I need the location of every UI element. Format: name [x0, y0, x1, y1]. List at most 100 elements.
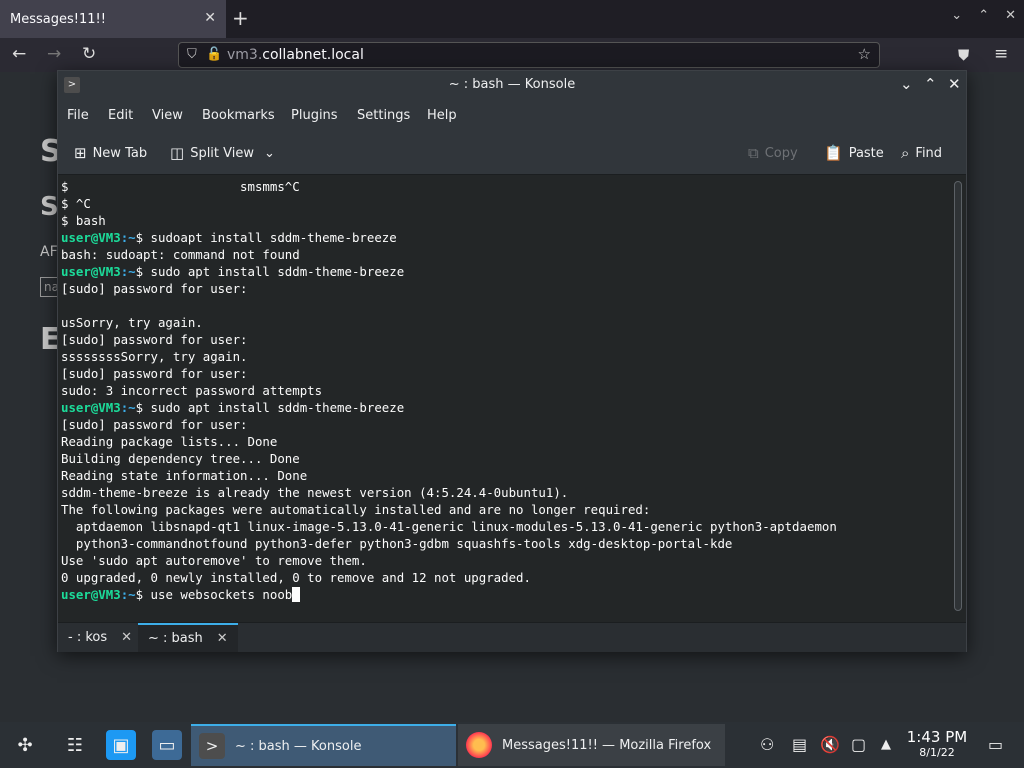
terminal-line: user@VM3:~$ sudo apt install sddm-theme-… [61, 399, 837, 416]
terminal-line: The following packages were automaticall… [61, 502, 651, 517]
terminal-line: 0 upgraded, 0 newly installed, 0 to remo… [61, 570, 531, 585]
terminal-line: sddm-theme-breeze is already the newest … [61, 485, 569, 500]
prompt-user: user@VM3 [61, 230, 121, 245]
tab-bash[interactable]: ~ : bash ✕ [138, 623, 238, 652]
konsole-icon: > [199, 733, 225, 759]
volume-muted-icon[interactable]: 🔇 [820, 735, 840, 754]
close-tab-icon[interactable]: ✕ [204, 10, 216, 26]
close-tab-icon[interactable]: ✕ [121, 630, 132, 645]
terminal-line: $ ^C [61, 196, 91, 211]
copy-icon: ⧉ [748, 144, 759, 162]
konsole-tabbar: - : kos ✕ ~ : bash ✕ [58, 622, 966, 652]
lock-icon[interactable]: 🔓 [206, 47, 222, 62]
browser-navbar: ← → ↻ ⛉ 🔓 vm3.collabnet.local ☆ ⛊ ≡ [0, 38, 1024, 72]
maximize-icon[interactable]: ⌃ [978, 8, 989, 23]
terminal-line: Use 'sudo apt autoremove' to remove them… [61, 553, 367, 568]
menu-edit[interactable]: Edit [108, 108, 133, 123]
browser-tab[interactable]: Messages!11!! ✕ [0, 0, 226, 38]
system-settings-icon[interactable]: ☷ [60, 730, 90, 760]
maximize-icon[interactable]: ⌃ [924, 75, 937, 93]
konsole-window: > ~ : bash — Konsole ⌄ ⌃ ✕ File Edit Vie… [57, 70, 967, 652]
clipboard-icon[interactable]: ▤ [792, 735, 807, 754]
scrollbar[interactable] [954, 181, 962, 611]
dolphin-icon[interactable]: ▭ [152, 730, 182, 760]
window-title: ~ : bash — Konsole [448, 77, 576, 92]
terminal-view[interactable]: $ smsmms^C $ ^C $ bash user@VM3:~$ sudoapt … [58, 175, 966, 622]
new-tab-icon: ⊞ [74, 144, 87, 162]
minimize-icon[interactable]: ⌄ [900, 75, 913, 93]
terminal-line: bash: sudoapt: command not found [61, 247, 300, 262]
terminal-line: $ bash [61, 213, 106, 228]
new-tab-button[interactable]: ⊞ New Tab [74, 144, 147, 162]
menu-help[interactable]: Help [427, 108, 457, 123]
prompt-user: user@VM3 [61, 400, 121, 415]
copy-button[interactable]: ⧉ Copy [748, 144, 798, 162]
prompt-user: user@VM3 [61, 587, 121, 602]
menu-file[interactable]: File [67, 108, 89, 123]
terminal-line: user@VM3:~$ sudo apt install sddm-theme-… [61, 263, 837, 280]
taskbar: ✣ ☷ ▣ ▭ > ~ : bash — Konsole Messages!11… [0, 722, 1024, 768]
task-firefox[interactable]: Messages!11!! — Mozilla Firefox [458, 724, 725, 766]
discover-icon[interactable]: ▣ [106, 730, 136, 760]
split-view-button[interactable]: ◫ Split View ⌄ [170, 144, 275, 162]
menu-icon[interactable]: ≡ [994, 44, 1008, 64]
tab-kos[interactable]: - : kos ✕ [58, 623, 142, 652]
terminal-line: user@VM3:~$ use websockets noob [61, 586, 837, 603]
menubar: File Edit View Bookmarks Plugins Setting… [58, 101, 966, 131]
bookmark-star-icon[interactable]: ☆ [858, 45, 871, 63]
reload-icon[interactable]: ↻ [82, 44, 96, 64]
command-text: $ sudo apt install sddm-theme-breeze [135, 400, 405, 415]
chevron-down-icon[interactable]: ⌄ [951, 8, 962, 23]
url-text[interactable]: vm3.collabnet.local [227, 47, 364, 63]
split-view-icon: ◫ [170, 144, 185, 162]
browser-tabbar: Messages!11!! ✕ + ⌄ ⌃ ✕ [0, 0, 1024, 38]
terminal-line: user@VM3:~$ sudoapt install sddm-theme-b… [61, 229, 837, 246]
shield-icon[interactable]: ⛉ [187, 47, 197, 62]
terminal-line: Reading package lists... Done [61, 434, 278, 449]
url-bar[interactable]: ⛉ 🔓 vm3.collabnet.local ☆ [178, 42, 880, 68]
menu-bookmarks[interactable]: Bookmarks [202, 108, 275, 123]
command-text: $ use websockets noob [135, 587, 293, 602]
paste-icon: 📋 [824, 144, 843, 162]
new-tab-icon[interactable]: + [232, 6, 249, 30]
close-tab-icon[interactable]: ✕ [217, 631, 228, 646]
browser-tab-title: Messages!11!! [10, 11, 106, 27]
find-button[interactable]: ⌕ Find [901, 144, 942, 162]
tray-expand-icon[interactable]: ▲ [881, 737, 891, 752]
toolbar: ⊞ New Tab ◫ Split View ⌄ ⧉ Copy 📋 Paste … [58, 131, 966, 175]
task-konsole[interactable]: > ~ : bash — Konsole [191, 724, 456, 766]
plasma-launcher-icon[interactable]: ✣ [10, 730, 40, 760]
terminal-line: $ smsmms^C [61, 179, 300, 194]
terminal-line: sudo: 3 incorrect password attempts [61, 383, 323, 398]
command-text: $ sudo apt install sddm-theme-breeze [135, 264, 405, 279]
terminal-line: ssssssssSorry, try again. [61, 349, 248, 364]
terminal-line: aptdaemon libsnapd-qt1 linux-image-5.13.… [61, 519, 837, 534]
browser-window-controls: ⌄ ⌃ ✕ [951, 8, 1016, 23]
chevron-down-icon[interactable]: ⌄ [264, 146, 275, 161]
back-icon[interactable]: ← [12, 44, 26, 64]
search-icon: ⌕ [901, 144, 910, 162]
terminal-line: Reading state information... Done [61, 468, 308, 483]
pocket-icon[interactable]: ⛊ [958, 46, 969, 64]
close-icon[interactable]: ✕ [948, 75, 961, 93]
terminal-line: python3-commandnotfound python3-defer py… [61, 536, 733, 551]
display-icon[interactable]: ▢ [851, 735, 866, 754]
page-heading-fragment: S [40, 192, 59, 222]
forward-icon[interactable]: → [47, 44, 61, 64]
terminal-line: [sudo] password for user: [61, 281, 248, 296]
prompt-path: :~ [120, 400, 136, 415]
menu-view[interactable]: View [152, 108, 183, 123]
close-window-icon[interactable]: ✕ [1005, 8, 1016, 23]
page-label-fragment: AF [40, 244, 58, 260]
konsole-titlebar[interactable]: > ~ : bash — Konsole ⌄ ⌃ ✕ [58, 71, 966, 101]
menu-settings[interactable]: Settings [357, 108, 410, 123]
show-desktop-icon[interactable]: ▭ [988, 735, 1003, 754]
paste-button[interactable]: 📋 Paste [824, 144, 884, 162]
menu-plugins[interactable]: Plugins [291, 108, 338, 123]
clock[interactable]: 1:43 PM 8/1/22 [898, 728, 976, 759]
terminal-line: [sudo] password for user: [61, 366, 248, 381]
prompt-path: :~ [120, 587, 136, 602]
network-icon[interactable]: ⚇ [760, 735, 774, 754]
terminal-line: Building dependency tree... Done [61, 451, 300, 466]
